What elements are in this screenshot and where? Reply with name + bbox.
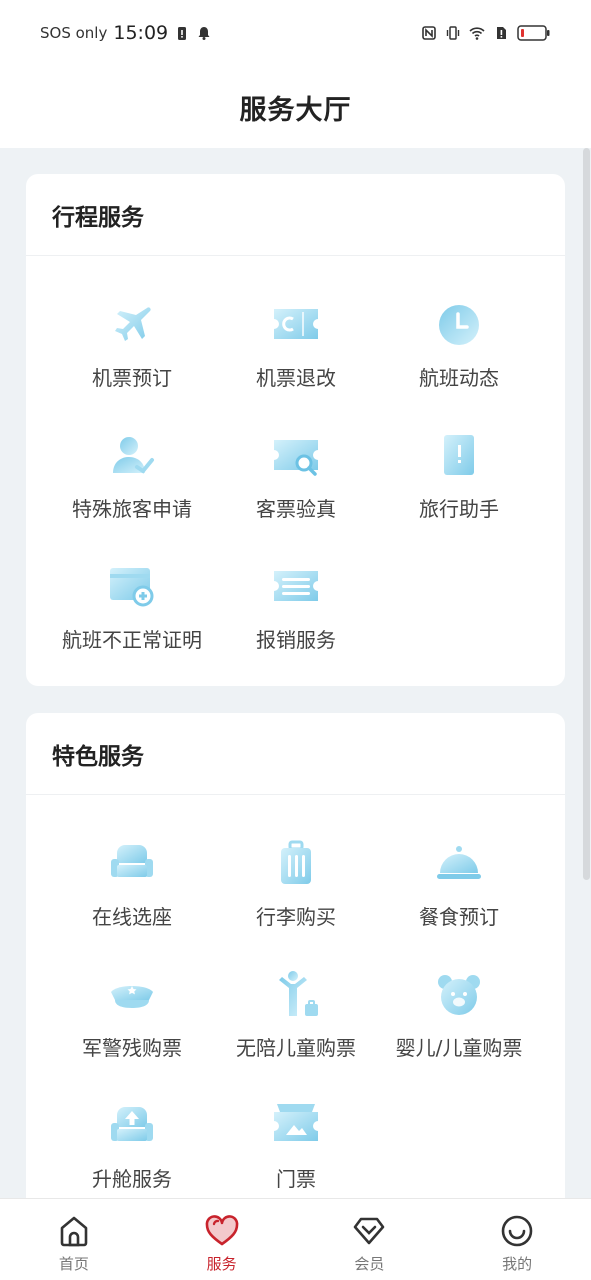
service-label: 餐食预订 (419, 905, 499, 929)
luggage-icon (281, 840, 311, 884)
service-item-seat-selection[interactable]: 在线选座 (42, 839, 222, 949)
unaccompanied-child-icon (279, 971, 318, 1016)
service-label: 军警残购票 (82, 1036, 182, 1060)
service-item-infant-child-ticket[interactable]: 婴儿/儿童购票 (369, 970, 549, 1080)
service-item-delay-certificate[interactable]: 航班不正常证明 (42, 562, 222, 672)
special-passenger-icon (113, 437, 154, 474)
service-label: 升舱服务 (92, 1167, 172, 1191)
service-label: 航班动态 (419, 366, 499, 390)
service-item-meal-booking[interactable]: 餐食预订 (369, 839, 549, 949)
page-header: 服务大厅 (0, 66, 591, 148)
scrollbar[interactable] (583, 148, 590, 880)
ticket-change-icon (274, 309, 318, 339)
reimbursement-icon (274, 571, 318, 601)
tab-service[interactable]: 服务 (148, 1199, 296, 1280)
battery-low-icon (517, 25, 550, 41)
service-label: 门票 (276, 1167, 316, 1191)
admission-ticket-icon (274, 1104, 318, 1141)
service-label: 机票退改 (256, 366, 336, 390)
page-title: 服务大厅 (239, 94, 352, 126)
section-title: 特色服务 (26, 713, 565, 795)
police-cap-icon (111, 986, 153, 1008)
featured-services-card: 特色服务 在线选座 行李购买 餐食预订 军警残购票 无陪儿童购票 婴儿/儿童购票… (26, 713, 565, 1213)
service-item-cabin-upgrade[interactable]: 升舱服务 (42, 1101, 222, 1211)
service-label: 航班不正常证明 (62, 628, 202, 652)
airplane-icon (115, 307, 151, 341)
certificate-icon (110, 568, 154, 607)
clock-icon (439, 305, 479, 345)
service-item-ticket-change[interactable]: 机票退改 (206, 300, 386, 410)
battery-alert-icon (178, 27, 187, 40)
status-bar-left: SOS only 15:09 (40, 22, 212, 44)
trip-services-card: 行程服务 机票预订 机票退改 航班动态 特殊旅客申请 客票验真 旅行助手 航班不… (26, 174, 565, 686)
service-item-flight-booking[interactable]: 机票预订 (42, 300, 222, 410)
service-label: 在线选座 (92, 905, 172, 929)
bear-icon (438, 975, 480, 1015)
upgrade-seat-icon (111, 1107, 153, 1141)
service-item-military-police-ticket[interactable]: 军警残购票 (42, 970, 222, 1080)
heart-icon (205, 1215, 238, 1246)
nfc-icon (422, 26, 436, 40)
clock-time: 15:09 (113, 22, 169, 44)
service-label: 旅行助手 (419, 497, 499, 521)
home-icon (60, 1216, 88, 1247)
service-label: 机票预订 (92, 366, 172, 390)
smile-icon (501, 1215, 533, 1247)
tab-label: 首页 (58, 1255, 89, 1273)
service-label: 行李购买 (256, 905, 336, 929)
seat-icon (111, 845, 153, 877)
status-bar: SOS only 15:09 (0, 0, 591, 66)
tab-profile[interactable]: 我的 (443, 1199, 591, 1280)
service-item-unaccompanied-child[interactable]: 无陪儿童购票 (206, 970, 386, 1080)
tab-home[interactable]: 首页 (0, 1199, 148, 1280)
service-item-ticket-verify[interactable]: 客票验真 (206, 431, 386, 541)
service-label: 客票验真 (256, 497, 336, 521)
service-item-special-passenger[interactable]: 特殊旅客申请 (42, 431, 222, 541)
service-label: 婴儿/儿童购票 (395, 1036, 523, 1060)
tab-member[interactable]: 会员 (296, 1199, 444, 1280)
service-label: 报销服务 (256, 628, 336, 652)
status-bar-right (421, 24, 551, 42)
tab-label: 服务 (206, 1255, 237, 1273)
service-label: 特殊旅客申请 (72, 497, 192, 521)
tab-label: 会员 (354, 1255, 385, 1273)
service-item-luggage-purchase[interactable]: 行李购买 (206, 839, 386, 949)
section-title: 行程服务 (26, 174, 565, 256)
meal-cloche-icon (437, 846, 481, 879)
wifi-icon (469, 27, 485, 40)
carrier-text: SOS only (40, 24, 108, 42)
service-label: 无陪儿童购票 (236, 1036, 356, 1060)
bell-icon (198, 27, 210, 40)
bottom-tab-bar: 首页 服务 会员 我的 (0, 1198, 591, 1280)
service-item-reimbursement[interactable]: 报销服务 (206, 562, 386, 672)
travel-book-icon (444, 435, 474, 475)
member-icon (354, 1217, 385, 1245)
service-item-flight-status[interactable]: 航班动态 (369, 300, 549, 410)
ticket-search-icon (274, 440, 318, 476)
service-item-admission-ticket[interactable]: 门票 (206, 1101, 386, 1211)
vibrate-icon (446, 26, 460, 40)
sim-alert-icon (497, 27, 506, 39)
tab-label: 我的 (502, 1255, 533, 1273)
service-item-travel-assistant[interactable]: 旅行助手 (369, 431, 549, 541)
